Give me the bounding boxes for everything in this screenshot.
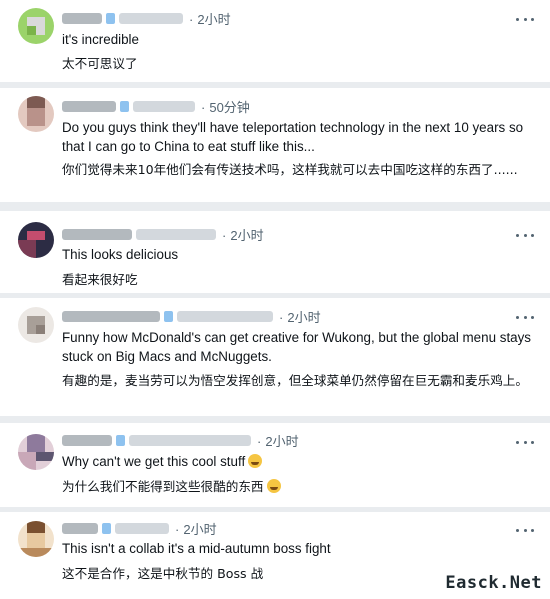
more-options-icon[interactable] xyxy=(516,435,534,449)
more-options-icon[interactable] xyxy=(516,523,534,537)
avatar[interactable] xyxy=(18,307,54,343)
author-meta: 50分钟 xyxy=(62,97,250,115)
comment-text-en: Funny how McDonald's can get creative fo… xyxy=(62,330,531,364)
verified-badge-icon xyxy=(116,434,125,446)
comment-card: 2小时 it's incredible 太不可思议了 xyxy=(0,0,550,82)
timestamp[interactable]: 50分钟 xyxy=(201,97,249,116)
avatar[interactable] xyxy=(18,222,54,258)
blurred-handle[interactable] xyxy=(119,12,183,24)
more-options-icon[interactable] xyxy=(516,228,534,242)
blurred-handle[interactable] xyxy=(133,100,195,112)
comment-text-en: Why can't we get this cool stuff xyxy=(62,452,532,471)
crying-face-icon xyxy=(248,454,263,468)
comment-text-cn: 有趣的是，麦当劳可以为悟空发挥创意，但全球菜单仍然停留在巨无霸和麦乐鸡上。 xyxy=(62,373,528,388)
avatar[interactable] xyxy=(18,8,54,44)
more-options-icon[interactable] xyxy=(516,310,534,324)
blurred-username[interactable] xyxy=(62,434,112,446)
blurred-handle[interactable] xyxy=(136,228,216,240)
comment-card: 2小时 Funny how McDonald's can get creativ… xyxy=(0,298,550,416)
crying-face-icon xyxy=(266,479,281,493)
blurred-handle[interactable] xyxy=(129,434,251,446)
comment-text: 为什么我们不能得到这些很酷的东西 xyxy=(62,479,264,494)
blurred-username[interactable] xyxy=(62,228,132,240)
blurred-handle[interactable] xyxy=(177,310,273,322)
comment-text-en: This isn't a collab it's a mid-autumn bo… xyxy=(62,541,331,556)
verified-badge-icon xyxy=(102,522,111,534)
timestamp[interactable]: 2小时 xyxy=(222,225,263,244)
comment-text-cn: 看起来很好吃 xyxy=(62,272,138,287)
author-meta: 2小时 xyxy=(62,225,264,243)
avatar[interactable] xyxy=(18,521,54,557)
timestamp[interactable]: 2小时 xyxy=(257,431,298,450)
timestamp[interactable]: 2小时 xyxy=(175,519,216,538)
verified-badge-icon xyxy=(120,100,129,112)
comment-text-en: it's incredible xyxy=(62,32,139,47)
author-meta: 2小时 xyxy=(62,307,321,325)
timestamp[interactable]: 2小时 xyxy=(189,9,230,28)
comment-text-cn: 太不可思议了 xyxy=(62,56,138,71)
avatar[interactable] xyxy=(18,96,54,132)
blurred-username[interactable] xyxy=(62,100,116,112)
comment-text-cn: 你们觉得未来10年他们会有传送技术吗，这样我就可以去中国吃这样的东西了.....… xyxy=(62,162,518,177)
more-options-icon[interactable] xyxy=(516,12,534,26)
comment-card: 50分钟 Do you guys think they'll have tele… xyxy=(0,88,550,202)
blurred-handle[interactable] xyxy=(115,522,169,534)
verified-badge-icon xyxy=(164,310,173,322)
avatar[interactable] xyxy=(18,434,54,470)
comment-text-cn: 为什么我们不能得到这些很酷的东西 xyxy=(62,477,532,496)
blurred-username[interactable] xyxy=(62,12,102,24)
watermark: Easck.Net xyxy=(445,573,542,593)
timestamp[interactable]: 2小时 xyxy=(279,307,320,326)
author-meta: 2小时 xyxy=(62,431,299,449)
author-meta: 2小时 xyxy=(62,519,217,537)
comment-card: 2小时 This looks delicious 看起来很好吃 xyxy=(0,211,550,293)
author-meta: 2小时 xyxy=(62,9,231,27)
comment-card: 2小时 Why can't we get this cool stuff 为什么… xyxy=(0,423,550,507)
verified-badge-icon xyxy=(106,12,115,24)
comment-text-en: Do you guys think they'll have teleporta… xyxy=(62,120,524,154)
blurred-username[interactable] xyxy=(62,310,160,322)
blurred-username[interactable] xyxy=(62,522,98,534)
comment-text: Why can't we get this cool stuff xyxy=(62,454,246,469)
comment-text-en: This looks delicious xyxy=(62,247,179,262)
